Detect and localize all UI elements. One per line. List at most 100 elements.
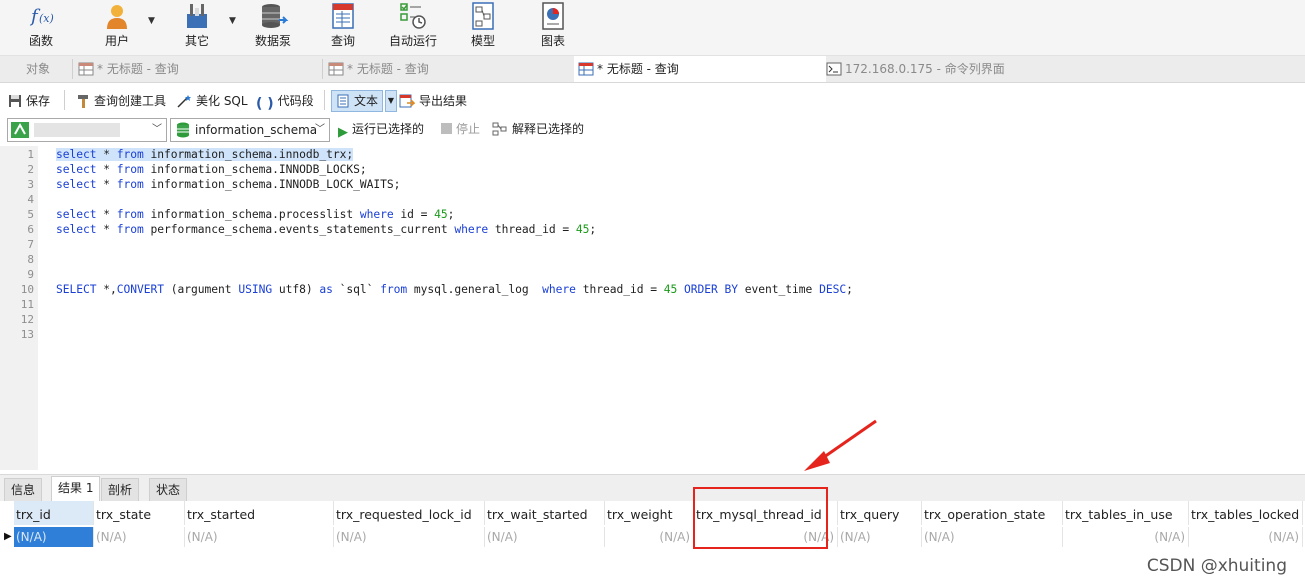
export-results-button[interactable]: 导出结果 [399, 90, 467, 112]
column-header[interactable]: trx_operation_state [922, 501, 1063, 525]
code-line[interactable]: select * from information_schema.INNODB_… [56, 178, 400, 191]
grid-cell[interactable]: (N/A) [838, 527, 922, 547]
grid-cell[interactable]: (N/A) [922, 527, 1063, 547]
line-number: 10 [20, 283, 34, 296]
grid-cell[interactable]: (N/A) [1063, 527, 1189, 547]
tab-query-2[interactable]: * 无标题 - 查询 [328, 56, 572, 82]
code-line[interactable]: select * from information_schema.INNODB_… [56, 163, 367, 176]
explain-selected-button[interactable]: 解释已选择的 [492, 118, 584, 140]
export-icon [399, 94, 415, 108]
annotation-arrow-icon [804, 419, 877, 471]
function-button[interactable]: f (x) 函数 [20, 0, 62, 52]
grid-cell[interactable]: (N/A) [334, 527, 485, 547]
line-number: 6 [27, 223, 34, 236]
stop-label: 停止 [456, 122, 481, 136]
tab-profile-label: 剖析 [108, 483, 133, 497]
tab-info[interactable]: 信息 [4, 478, 43, 501]
sql-editor[interactable]: 1 2 3 4 5 6 7 8 9 10 11 12 13 select * f… [0, 146, 1305, 470]
tab-divider [72, 59, 73, 79]
beautify-sql-label: 美化 SQL [196, 94, 248, 108]
query-tab-icon [328, 62, 344, 76]
chart-icon [542, 2, 564, 30]
text-mode-dropdown[interactable]: ▼ [385, 90, 397, 112]
column-header[interactable]: trx_id [14, 501, 94, 525]
model-icon [472, 2, 494, 30]
model-button[interactable]: 模型 [462, 0, 504, 52]
result-tab-bar: 信息 结果 1 剖析 状态 [0, 474, 1305, 501]
tab-command-line[interactable]: 172.168.0.175 - 命令列界面 [826, 56, 1072, 82]
other-dropdown-icon[interactable]: ▼ [229, 16, 236, 26]
grid-cell[interactable]: (N/A) [14, 527, 94, 547]
run-selected-button[interactable]: ▶ 运行已选择的 [338, 118, 424, 140]
grid-cell[interactable]: (N/A) [485, 527, 605, 547]
text-mode-button[interactable]: 文本 [331, 90, 384, 112]
tab-result-1[interactable]: 结果 1 [51, 476, 101, 501]
tab-query-1[interactable]: * 无标题 - 查询 [78, 56, 322, 82]
code-snippet-button[interactable]: ( ) 代码段 [256, 90, 314, 112]
export-results-label: 导出结果 [419, 94, 468, 108]
line-number: 9 [27, 268, 34, 281]
hammer-icon [78, 95, 88, 108]
query-button[interactable]: 查询 [322, 0, 364, 52]
auto-run-label: 自动运行 [388, 34, 437, 48]
save-icon [9, 95, 21, 107]
tab-objects[interactable]: 对象 [26, 56, 50, 82]
tab-status[interactable]: 状态 [149, 478, 188, 501]
run-selected-label: 运行已选择的 [352, 122, 425, 136]
terminal-icon [826, 62, 842, 76]
tab-query-1-label: * 无标题 - 查询 [97, 62, 179, 76]
beautify-sql-button[interactable]: 美化 SQL [176, 90, 248, 112]
query-tab-icon [578, 62, 594, 76]
user-dropdown-icon[interactable]: ▼ [148, 16, 155, 26]
line-number: 7 [27, 238, 34, 251]
chevron-down-icon: ﹀ [315, 124, 325, 135]
other-button[interactable]: 其它 [176, 0, 218, 52]
data-pump-label: 数据泵 [254, 34, 291, 48]
column-header[interactable]: trx_started [185, 501, 334, 525]
query-builder-label: 查询创建工具 [94, 94, 167, 108]
grid-cell[interactable]: (N/A) [1189, 527, 1303, 547]
query-builder-button[interactable]: 查询创建工具 [76, 90, 166, 112]
line-number: 2 [27, 163, 34, 176]
database-select[interactable]: information_schema ﹀ [170, 118, 330, 142]
magic-wand-icon [177, 95, 191, 108]
data-pump-button[interactable]: 数据泵 [252, 0, 294, 52]
tab-query-3[interactable]: * 无标题 - 查询 [574, 56, 826, 82]
tab-query-2-label: * 无标题 - 查询 [347, 62, 429, 76]
column-header[interactable]: trx_tables_in_use [1063, 501, 1189, 525]
tab-profile[interactable]: 剖析 [101, 478, 140, 501]
stop-button[interactable]: 停止 [441, 118, 480, 140]
svg-text:(x): (x) [39, 12, 54, 25]
column-header[interactable]: trx_requested_lock_id [334, 501, 485, 525]
code-line[interactable]: select * from performance_schema.events_… [56, 223, 596, 236]
function-icon: f (x) [29, 6, 54, 27]
chart-button[interactable]: 图表 [532, 0, 574, 52]
database-pump-icon [262, 4, 289, 28]
connection-select[interactable]: ﹀ [7, 118, 167, 142]
code-line[interactable]: SELECT *,CONVERT (argument USING utf8) a… [56, 283, 853, 296]
user-button[interactable]: 用户 [96, 0, 138, 52]
grid-cell[interactable]: (N/A) [94, 527, 185, 547]
save-button[interactable]: 保存 [8, 90, 50, 112]
column-header[interactable]: trx_wait_started [485, 501, 605, 525]
tab-query-3-label: * 无标题 - 查询 [597, 62, 679, 76]
auto-run-button[interactable]: 自动运行 [384, 0, 442, 52]
chevron-down-icon: ﹀ [152, 124, 162, 135]
line-number: 8 [27, 253, 34, 266]
code-line[interactable]: select * from information_schema.innodb_… [56, 148, 353, 161]
stop-icon [441, 123, 452, 134]
line-number: 12 [20, 313, 34, 326]
code-line[interactable]: select * from information_schema.process… [56, 208, 454, 221]
play-icon: ▶ [338, 125, 348, 140]
toolbar-divider [324, 90, 325, 110]
column-header[interactable]: trx_weight [605, 501, 694, 525]
query-toolbar: 保存 查询创建工具 美化 SQL ( ) 代码段 文本 ▼ 导出结果 [0, 86, 1305, 114]
result-grid[interactable]: trx_id trx_state trx_started trx_request… [0, 501, 1305, 584]
grid-cell[interactable]: (N/A) [605, 527, 694, 547]
column-header[interactable]: trx_query [838, 501, 922, 525]
chart-label: 图表 [540, 34, 565, 48]
grid-cell[interactable]: (N/A) [185, 527, 334, 547]
column-header[interactable]: trx_state [94, 501, 185, 525]
line-number-gutter: 1 2 3 4 5 6 7 8 9 10 11 12 13 [0, 146, 38, 470]
column-header[interactable]: trx_tables_locked [1189, 501, 1303, 525]
